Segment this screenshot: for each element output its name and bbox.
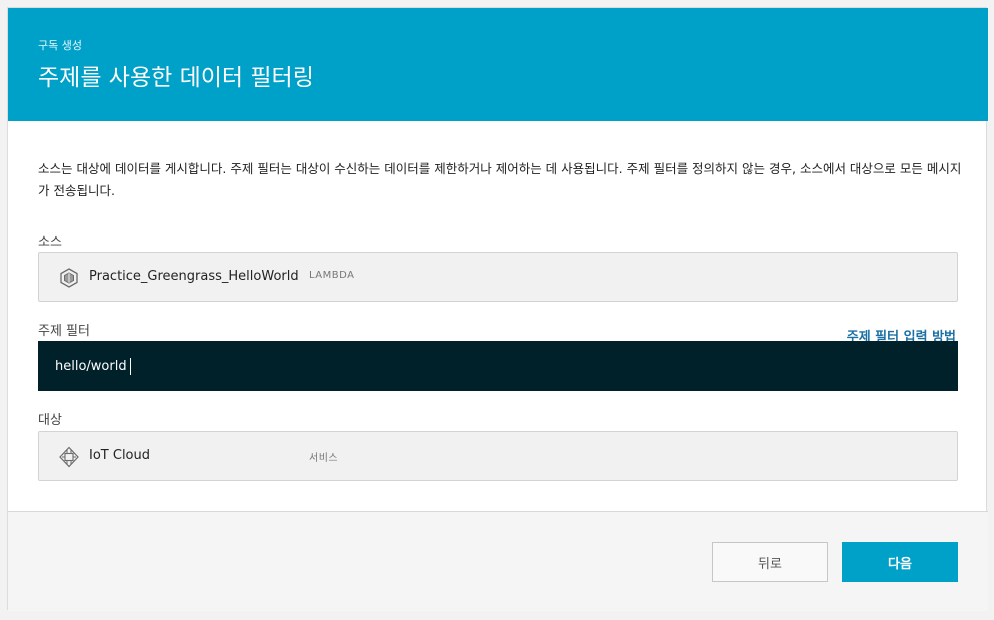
iot-cloud-icon <box>58 446 80 468</box>
text-caret <box>130 358 131 375</box>
source-label: 소스 <box>38 235 62 250</box>
page-title: 주제를 사용한 데이터 필터링 <box>38 65 314 91</box>
page-header: 구독 생성 주제를 사용한 데이터 필터링 <box>8 8 988 121</box>
source-name: Practice_Greengrass_HelloWorld <box>89 269 299 284</box>
subscription-card: 구독 생성 주제를 사용한 데이터 필터링 소스는 대상에 데이터를 게시합니다… <box>7 7 988 611</box>
target-name: IoT Cloud <box>89 448 150 463</box>
header-eyebrow: 구독 생성 <box>38 39 82 52</box>
topic-filter-input[interactable] <box>38 341 958 391</box>
description-text: 소스는 대상에 데이터를 게시합니다. 주제 필터는 대상이 수신하는 데이터를… <box>38 161 962 198</box>
source-box: Practice_Greengrass_HelloWorld LAMBDA <box>38 252 958 302</box>
footer-bar <box>8 512 988 611</box>
target-label: 대상 <box>38 413 62 428</box>
target-box: IoT Cloud 서비스 <box>38 431 958 481</box>
topic-filter-label: 주제 필터 <box>38 324 90 339</box>
next-button[interactable]: 다음 <box>842 542 958 582</box>
source-type-badge: LAMBDA <box>309 270 355 281</box>
lambda-icon <box>58 267 80 289</box>
back-button[interactable]: 뒤로 <box>712 542 828 582</box>
target-type-badge: 서비스 <box>309 453 339 464</box>
